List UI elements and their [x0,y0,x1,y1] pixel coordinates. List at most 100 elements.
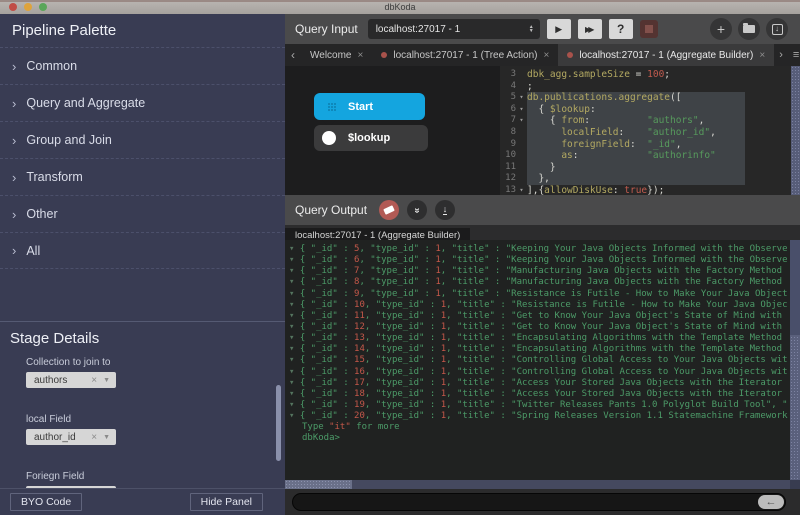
pipeline-lookup-block[interactable]: $lookup [314,125,428,151]
output-console[interactable]: ▾ { "_id" : 5, "type_id" : 1, "title" : … [285,240,800,480]
console-row: ▾ { "_id" : 7, "type_id" : 1, "title" : … [289,266,788,277]
tab-label: Welcome [310,50,352,61]
console-row: ▾ { "_id" : 15, "type_id" : 1, "title" :… [289,355,788,366]
tab-label: localhost:27017 - 1 (Aggregate Builder) [579,50,753,61]
expand-row-icon[interactable]: ▾ [289,333,300,343]
stage-field-select-foriegn-field[interactable]: _id×▼ [26,486,116,488]
stop-button[interactable] [640,20,658,38]
query-output-label: Query Output [295,203,367,217]
show-more-button[interactable]: » [407,200,427,220]
palette-category-all[interactable]: ›All [0,232,285,269]
expand-row-icon[interactable]: ▾ [289,400,300,410]
query-output-header: Query Output » ↓ [285,195,800,225]
palette-category-label: Transform [26,170,83,184]
line-number: 4 [500,81,516,93]
horizontal-scrollbar-track[interactable] [285,480,800,489]
clear-value-icon[interactable]: × [91,432,97,443]
close-tab-icon[interactable]: × [759,50,765,61]
save-output-button[interactable]: ↓ [435,200,455,220]
add-editor-button[interactable]: + [710,18,732,40]
clear-value-icon[interactable]: × [91,375,97,386]
query-input-toolbar: Query Input localhost:27017 - 1 ▲▼ ▶ ▶▶ … [285,14,800,44]
console-rows: ▾ { "_id" : 5, "type_id" : 1, "title" : … [289,244,788,422]
expand-row-icon[interactable]: ▾ [289,344,300,354]
palette-category-transform[interactable]: ›Transform [0,158,285,195]
clear-output-button[interactable] [379,200,399,220]
byo-code-button[interactable]: BYO Code [10,493,82,511]
execute-all-button[interactable]: ▶▶ [578,19,602,39]
horizontal-scrollbar-thumb[interactable] [285,480,352,489]
connection-select[interactable]: localhost:27017 - 1 ▲▼ [368,19,540,39]
editor-line: 12 }, [500,173,800,185]
fold-toggle-icon[interactable]: ▾ [516,92,527,104]
command-input[interactable]: ← [292,493,786,511]
expand-row-icon[interactable]: ▾ [289,322,300,332]
download-icon: ↓ [443,205,448,216]
sidebar-bottom-bar: BYO Code Hide Panel [0,488,285,514]
fold-toggle-icon [516,81,527,93]
expand-row-icon[interactable]: ▾ [289,411,300,421]
fold-toggle-icon[interactable]: ▾ [516,185,527,195]
fold-toggle-icon [516,173,527,185]
line-number: 8 [500,127,516,139]
code-text: { $lookup: [527,104,800,116]
palette-category-label: Common [26,59,77,73]
editor-scrollbar[interactable] [791,66,800,195]
palette-category-common[interactable]: ›Common [0,47,285,84]
stage-details-fields: Collection to join toauthors×▼local Fiel… [0,351,285,488]
expand-row-icon[interactable]: ▾ [289,255,300,265]
expand-row-icon[interactable]: ▾ [289,266,300,276]
fold-toggle-icon [516,139,527,151]
console-scrollbar-thumb[interactable] [790,240,800,335]
stage-field-select-collection-to-join-to[interactable]: authors×▼ [26,372,116,388]
fold-toggle-icon[interactable]: ▾ [516,115,527,127]
expand-row-icon[interactable]: ▾ [289,355,300,365]
palette-category-group-and-join[interactable]: ›Group and Join [0,121,285,158]
pipeline-start-block[interactable]: Start [314,93,425,120]
chevron-right-icon: › [12,133,16,148]
hide-panel-button[interactable]: Hide Panel [190,493,263,511]
fold-toggle-icon[interactable]: ▾ [516,104,527,116]
explain-button[interactable]: ? [609,19,633,39]
pipeline-palette-sidebar: Pipeline Palette ›Common›Query and Aggre… [0,14,285,515]
line-number: 3 [500,69,516,81]
tabs-scroll-left-icon[interactable]: ‹ [285,48,301,62]
console-row: ▾ { "_id" : 6, "type_id" : 1, "title" : … [289,255,788,266]
sidebar-spacer [0,269,285,321]
open-file-button[interactable] [738,18,760,40]
lookup-block-label: $lookup [348,132,390,144]
save-file-button[interactable]: ↓ [766,18,788,40]
expand-row-icon[interactable]: ▾ [289,367,300,377]
expand-row-icon[interactable]: ▾ [289,311,300,321]
console-row: ▾ { "_id" : 8, "type_id" : 1, "title" : … [289,277,788,288]
code-text: ],{allowDiskUse: true}); [527,185,800,195]
close-tab-icon[interactable]: × [358,50,364,61]
editor-line: 5▾db.publications.aggregate([ [500,92,800,104]
expand-row-icon[interactable]: ▾ [289,389,300,399]
tab-localhost-27017-1-tree-action[interactable]: localhost:27017 - 1 (Tree Action)× [372,44,558,66]
expand-row-icon[interactable]: ▾ [289,244,300,254]
console-row: ▾ { "_id" : 17, "type_id" : 1, "title" :… [289,378,788,389]
stage-field-select-local-field[interactable]: author_id×▼ [26,429,116,445]
palette-category-query-and-aggregate[interactable]: ›Query and Aggregate [0,84,285,121]
expand-row-icon[interactable]: ▾ [289,277,300,287]
history-back-button[interactable]: ← [758,495,784,509]
save-icon: ↓ [772,24,783,35]
code-editor[interactable]: 3dbk_agg.sampleSize = 100;4;5▾db.publica… [500,66,800,195]
console-scrollbar-track[interactable] [790,240,800,480]
sidebar-scrollbar-thumb[interactable] [276,385,281,461]
execute-button[interactable]: ▶ [547,19,571,39]
expand-row-icon[interactable]: ▾ [289,300,300,310]
expand-row-icon[interactable]: ▾ [289,289,300,299]
console-prompt: dbKoda> [302,433,788,444]
tab-localhost-27017-1-aggregate-builder[interactable]: localhost:27017 - 1 (Aggregate Builder) × [558,44,774,66]
tab-list-menu-icon[interactable]: ≡ [788,49,800,61]
editor-line: 3dbk_agg.sampleSize = 100; [500,69,800,81]
palette-category-other[interactable]: ›Other [0,195,285,232]
drag-grip-icon [328,106,330,108]
close-tab-icon[interactable]: × [544,50,550,61]
tab-welcome[interactable]: Welcome × [301,44,372,66]
tabs-scroll-right-icon[interactable]: › [774,49,788,61]
chevron-right-icon: › [12,96,16,111]
expand-row-icon[interactable]: ▾ [289,378,300,388]
